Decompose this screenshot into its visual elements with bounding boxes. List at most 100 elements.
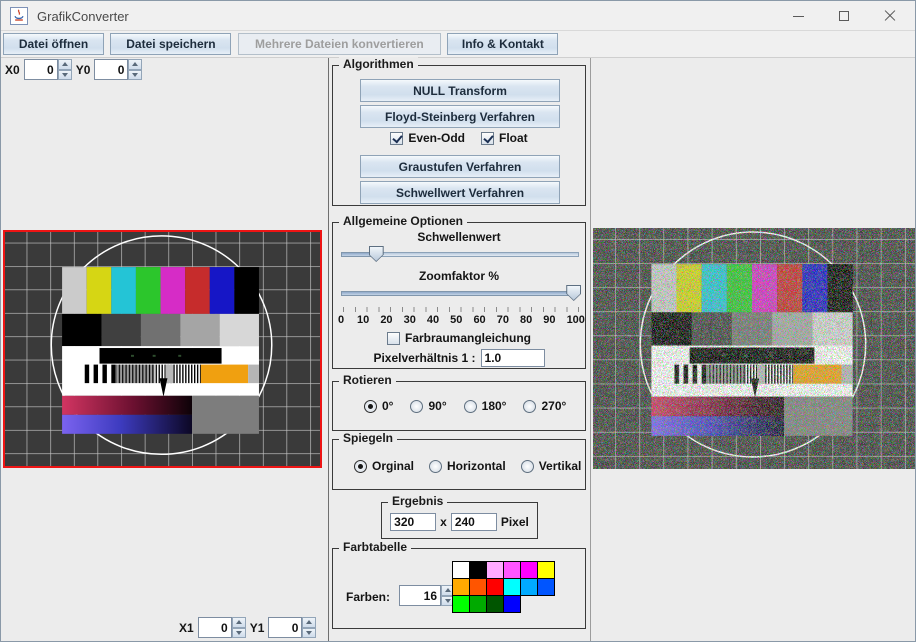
source-image-canvas[interactable]: [3, 230, 322, 468]
threshold-button[interactable]: Schwellwert Verfahren: [360, 181, 560, 204]
minimize-button[interactable]: [775, 1, 821, 31]
y1-label: Y1: [250, 621, 265, 635]
even-odd-checkbox[interactable]: [390, 132, 403, 145]
test-pattern-image: [5, 232, 320, 466]
null-transform-button[interactable]: NULL Transform: [360, 79, 560, 102]
colorspace-checkbox[interactable]: [387, 332, 400, 345]
rotate-180-option[interactable]: 180°: [464, 399, 507, 413]
even-odd-option[interactable]: Even-Odd: [390, 131, 465, 145]
end-coords-row: X1 Y1: [179, 617, 316, 638]
tick-label: 90: [543, 314, 555, 326]
rotate-90-radio[interactable]: [410, 400, 423, 413]
close-button[interactable]: [867, 1, 913, 31]
group-general-options-title: Allgemeine Optionen: [339, 214, 467, 228]
open-file-button[interactable]: Datei öffnen: [3, 33, 104, 55]
up-arrow-icon: [445, 588, 451, 592]
palette-swatch: [469, 595, 487, 613]
colorspace-label: Farbraumangleichung: [405, 331, 531, 345]
palette-swatch: [486, 578, 504, 596]
rotate-90-option[interactable]: 90°: [410, 399, 446, 413]
info-contact-button[interactable]: Info & Kontakt: [447, 33, 558, 55]
x0-up-button[interactable]: [58, 59, 72, 70]
palette-swatch: [537, 561, 555, 579]
group-mirror-title: Spiegeln: [339, 431, 397, 445]
tick-label: 80: [520, 314, 532, 326]
down-arrow-icon: [132, 73, 138, 77]
y1-down-button[interactable]: [302, 628, 316, 639]
group-general-options: Allgemeine Optionen Schwellenwert Zoomfa…: [332, 222, 586, 369]
floyd-steinberg-button[interactable]: Floyd-Steinberg Verfahren: [360, 105, 560, 128]
palette-swatch: [520, 561, 538, 579]
x0-down-button[interactable]: [58, 70, 72, 81]
color-count-input[interactable]: [399, 585, 441, 606]
grayscale-button[interactable]: Graustufen Verfahren: [360, 155, 560, 178]
y0-up-button[interactable]: [128, 59, 142, 70]
tick-label: 0: [336, 314, 346, 326]
up-arrow-icon: [236, 620, 242, 624]
mirror-original-radio[interactable]: [354, 460, 367, 473]
x1-down-button[interactable]: [232, 628, 246, 639]
mirror-original-label: Orginal: [372, 459, 414, 473]
pixel-ratio-input[interactable]: [481, 349, 545, 367]
palette-swatch: [469, 561, 487, 579]
pixel-ratio-label: Pixelverhältnis 1 :: [373, 351, 475, 365]
palette-swatch: [469, 578, 487, 596]
group-rotate: Rotieren 0° 90° 180° 270°: [332, 381, 586, 431]
palette-swatch: [452, 595, 470, 613]
x1-up-button[interactable]: [232, 617, 246, 628]
save-file-button[interactable]: Datei speichern: [110, 33, 231, 55]
y1-up-button[interactable]: [302, 617, 316, 628]
group-mirror: Spiegeln Orginal Horizontal Vertikal: [332, 439, 586, 490]
rotate-270-radio[interactable]: [523, 400, 536, 413]
float-checkbox[interactable]: [481, 132, 494, 145]
colorspace-row: Farbraumangleichung: [333, 331, 585, 345]
group-color-table: Farbtabelle Farben:: [332, 548, 586, 629]
right-panel-divider: [590, 58, 591, 641]
dither-options-row: Even-Odd Float: [333, 131, 585, 145]
mirror-original-option[interactable]: Orginal: [354, 459, 414, 473]
x1-input[interactable]: [198, 617, 232, 638]
rotate-0-option[interactable]: 0°: [364, 399, 393, 413]
zoom-slider[interactable]: [341, 284, 579, 302]
slider-thumb-icon: [567, 286, 580, 300]
origin-coords-row: X0 Y0: [5, 59, 142, 80]
rotate-0-radio[interactable]: [364, 400, 377, 413]
java-coffee-icon: [12, 9, 26, 23]
mirror-horizontal-label: Horizontal: [447, 459, 506, 473]
mirror-vertical-radio[interactable]: [521, 460, 534, 473]
palette-swatch: [503, 561, 521, 579]
rotate-180-radio[interactable]: [464, 400, 477, 413]
tick-label: 60: [473, 314, 485, 326]
tick-label: 10: [357, 314, 369, 326]
y0-down-button[interactable]: [128, 70, 142, 81]
y1-spinner: [268, 617, 316, 638]
x1-label: X1: [179, 621, 194, 635]
mirror-horizontal-option[interactable]: Horizontal: [429, 459, 506, 473]
y0-input[interactable]: [94, 59, 128, 80]
minimize-icon: [793, 16, 804, 17]
colorspace-option[interactable]: Farbraumangleichung: [387, 331, 531, 345]
threshold-slider-thumb[interactable]: [369, 246, 384, 262]
zoom-slider-thumb[interactable]: [566, 285, 581, 301]
down-arrow-icon: [445, 599, 451, 603]
rotate-270-option[interactable]: 270°: [523, 399, 566, 413]
y1-input[interactable]: [268, 617, 302, 638]
result-unit-label: Pixel: [501, 515, 529, 529]
x0-input[interactable]: [24, 59, 58, 80]
result-height-input[interactable]: [451, 513, 497, 531]
float-option[interactable]: Float: [481, 131, 528, 145]
rotate-180-label: 180°: [482, 399, 507, 413]
toolbar: Datei öffnen Datei speichern Mehrere Dat…: [1, 31, 915, 58]
maximize-button[interactable]: [821, 1, 867, 31]
group-result: Ergebnis x Pixel: [381, 502, 538, 539]
mirror-horizontal-radio[interactable]: [429, 460, 442, 473]
color-count-spinner: [399, 585, 455, 606]
palette-swatch: [503, 578, 521, 596]
mirror-vertical-option[interactable]: Vertikal: [521, 459, 582, 473]
tick-label: 100: [567, 314, 585, 326]
pixel-ratio-row: Pixelverhältnis 1 :: [333, 349, 585, 367]
zoom-slider-ticks: [343, 307, 579, 312]
even-odd-label: Even-Odd: [408, 131, 465, 145]
result-width-input[interactable]: [390, 513, 436, 531]
threshold-slider[interactable]: [341, 245, 579, 263]
